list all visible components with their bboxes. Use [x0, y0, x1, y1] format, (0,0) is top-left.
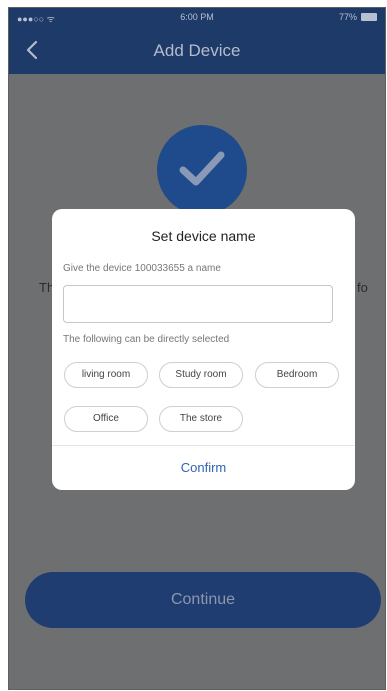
preset-chip-the-store[interactable]: The store — [159, 406, 243, 432]
preset-chip-bedroom[interactable]: Bedroom — [255, 362, 339, 388]
preset-hint: The following can be directly selected — [63, 334, 230, 345]
continue-button[interactable]: Continue — [25, 572, 381, 628]
status-bar: ●●●○○ ᯤ 6:00 PM 77% — [9, 8, 385, 26]
device-name-input[interactable] — [63, 285, 333, 323]
success-check-icon — [157, 125, 247, 215]
dialog-title: Set device name — [151, 228, 256, 244]
page-title: Add Device — [153, 41, 241, 60]
battery-icon — [361, 13, 377, 21]
status-time: 6:00 PM — [180, 12, 214, 22]
background-text-right: fo — [357, 280, 368, 295]
preset-chip-study-room[interactable]: Study room — [159, 362, 243, 388]
battery-percent: 77% — [338, 12, 357, 22]
nav-bar: Add Device — [9, 26, 385, 74]
phone-screen: ●●●○○ ᯤ 6:00 PM 77% Add Device Th fo Con… — [8, 7, 386, 690]
confirm-button[interactable]: Confirm — [52, 446, 355, 490]
preset-chip-office[interactable]: Office — [64, 406, 148, 432]
set-device-name-dialog: Set device name Give the device 10003365… — [52, 209, 355, 490]
preset-chip-living-room[interactable]: living room — [64, 362, 148, 388]
dialog-prompt: Give the device 100033655 a name — [63, 263, 221, 274]
